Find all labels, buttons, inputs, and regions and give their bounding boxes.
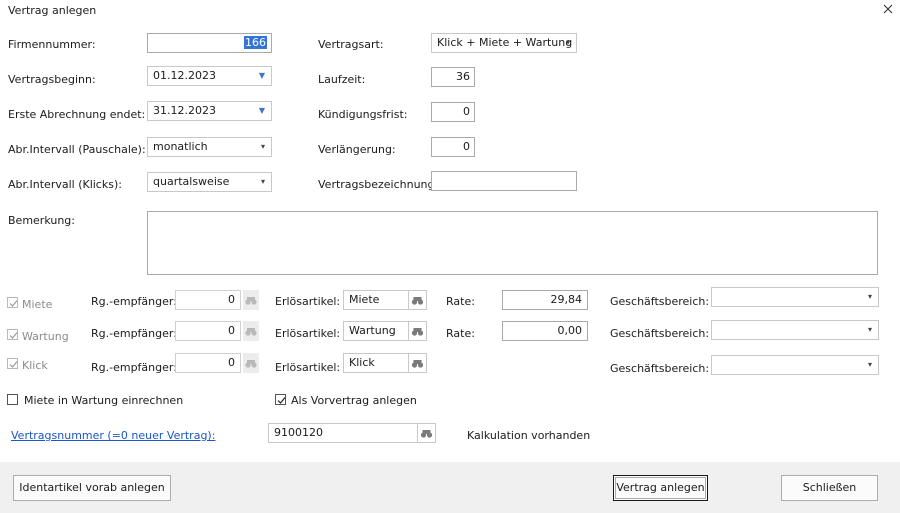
binoculars-icon[interactable] — [243, 321, 259, 341]
miete-gb-select[interactable]: ▾ — [711, 287, 879, 307]
klick-rg-input[interactable]: 0 — [175, 353, 241, 373]
klick-gb-label: Geschäftsbereich: — [610, 362, 710, 375]
miete-checkbox[interactable] — [7, 297, 18, 308]
klick-erl-input[interactable]: Klick — [343, 353, 409, 373]
miete-checkbox-label: Miete — [22, 298, 53, 311]
erste-abrechnung-value: 31.12.2023 — [153, 104, 216, 117]
vertragsbezeichnung-label: Vertragsbezeichnung: — [318, 178, 439, 191]
kalkulation-status: Kalkulation vorhanden — [467, 429, 591, 442]
intervall-pauschale-select[interactable]: monatlich ▾ — [147, 137, 272, 157]
vertragsnummer-input[interactable]: 9100120 — [268, 423, 418, 443]
intervall-klicks-value: quartalsweise — [153, 175, 230, 188]
chevron-down-icon: ▾ — [260, 177, 265, 186]
miete-in-wartung-checkbox[interactable] — [7, 394, 18, 405]
wartung-gb-label: Geschäftsbereich: — [610, 327, 710, 340]
chevron-down-icon[interactable]: ▼ — [259, 102, 265, 120]
intervall-klicks-label: Abr.Intervall (Klicks): — [8, 178, 122, 191]
verlaengerung-input[interactable]: 0 — [431, 137, 475, 157]
erste-abrechnung-datepicker[interactable]: 31.12.2023 ▼ — [147, 101, 272, 121]
vertragsbeginn-label: Vertragsbeginn: — [8, 73, 96, 86]
miete-erl-label: Erlösartikel: — [275, 295, 341, 308]
wartung-rg-label: Rg.-empfänger: — [91, 327, 177, 340]
miete-gb-label: Geschäftsbereich: — [610, 295, 710, 308]
wartung-rate-label: Rate: — [446, 327, 475, 340]
wartung-checkbox-label: Wartung — [22, 330, 69, 343]
intervall-pauschale-label: Abr.Intervall (Pauschale): — [8, 143, 146, 156]
miete-rg-label: Rg.-empfänger: — [91, 295, 177, 308]
wartung-erl-label: Erlösartikel: — [275, 327, 341, 340]
klick-rg-label: Rg.-empfänger: — [91, 361, 177, 374]
laufzeit-label: Laufzeit: — [318, 73, 366, 86]
binoculars-icon[interactable] — [243, 353, 259, 373]
wartung-erl-input[interactable]: Wartung — [343, 321, 409, 341]
vertragsnummer-link[interactable]: Vertragsnummer (=0 neuer Vertrag): — [11, 429, 215, 442]
binoculars-icon[interactable] — [409, 290, 427, 310]
als-vorvertrag-checkbox[interactable] — [275, 394, 286, 405]
intervall-pauschale-value: monatlich — [153, 140, 208, 153]
klick-erl-label: Erlösartikel: — [275, 361, 341, 374]
chevron-down-icon: ▾ — [867, 325, 872, 334]
window-title: Vertrag anlegen — [8, 4, 97, 17]
klick-gb-select[interactable]: ▾ — [711, 355, 879, 375]
chevron-down-icon: ▾ — [867, 360, 872, 369]
bemerkung-textarea[interactable] — [147, 211, 878, 275]
erste-abrechnung-label: Erste Abrechnung endet: — [8, 108, 146, 121]
chevron-down-icon: ▾ — [867, 292, 872, 301]
kuendigungsfrist-label: Kündigungsfrist: — [318, 108, 408, 121]
miete-erl-input[interactable]: Miete — [343, 290, 409, 310]
miete-rate-input[interactable]: 29,84 — [502, 290, 588, 310]
klick-checkbox-label: Klick — [22, 359, 48, 372]
vertragsart-select[interactable]: Klick + Miete + Wartung ▾ — [431, 33, 577, 53]
binoculars-icon[interactable] — [409, 353, 427, 373]
bemerkung-label: Bemerkung: — [8, 214, 75, 227]
vertragsbeginn-value: 01.12.2023 — [153, 69, 216, 82]
vertragsart-label: Vertragsart: — [318, 38, 384, 51]
klick-checkbox[interactable] — [7, 358, 18, 369]
wartung-rg-input[interactable]: 0 — [175, 321, 241, 341]
close-icon[interactable] — [881, 2, 895, 16]
chevron-down-icon: ▾ — [565, 38, 570, 47]
schliessen-button[interactable]: Schließen — [781, 475, 878, 501]
wartung-checkbox[interactable] — [7, 329, 18, 340]
chevron-down-icon: ▾ — [260, 142, 265, 151]
miete-rate-label: Rate: — [446, 295, 475, 308]
miete-in-wartung-label: Miete in Wartung einrechnen — [24, 394, 184, 407]
intervall-klicks-select[interactable]: quartalsweise ▾ — [147, 172, 272, 192]
firmennummer-input[interactable]: 166 — [147, 33, 272, 53]
verlaengerung-label: Verlängerung: — [318, 143, 396, 156]
laufzeit-input[interactable]: 36 — [431, 67, 475, 87]
miete-rg-input[interactable]: 0 — [175, 290, 241, 310]
als-vorvertrag-label: Als Vorvertrag anlegen — [291, 394, 417, 407]
chevron-down-icon[interactable]: ▼ — [259, 67, 265, 85]
kuendigungsfrist-input[interactable]: 0 — [431, 102, 475, 122]
binoculars-icon[interactable] — [243, 290, 259, 310]
vertragsbezeichnung-input[interactable] — [431, 171, 577, 191]
vertragsart-value: Klick + Miete + Wartung — [437, 36, 573, 49]
firmennummer-label: Firmennummer: — [8, 38, 96, 51]
firmennummer-value: 166 — [244, 36, 267, 49]
identartikel-button[interactable]: Identartikel vorab anlegen — [13, 475, 171, 501]
binoculars-icon[interactable] — [418, 423, 436, 443]
vertragsbeginn-datepicker[interactable]: 01.12.2023 ▼ — [147, 66, 272, 86]
wartung-rate-input[interactable]: 0,00 — [502, 321, 588, 341]
vertrag-anlegen-button[interactable]: Vertrag anlegen — [613, 475, 708, 501]
wartung-gb-select[interactable]: ▾ — [711, 320, 879, 340]
binoculars-icon[interactable] — [409, 321, 427, 341]
